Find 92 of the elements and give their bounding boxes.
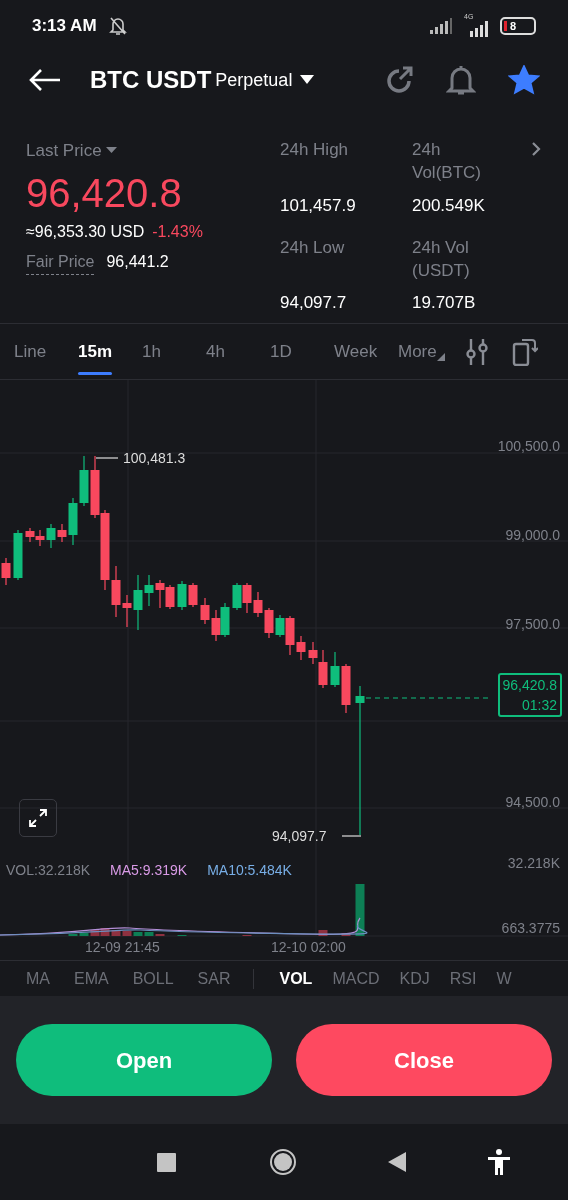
caret-down-icon — [300, 75, 315, 85]
back-icon[interactable] — [387, 1151, 407, 1173]
indicator-tab[interactable]: BOLL — [132, 966, 174, 991]
price-change: -1.43% — [152, 221, 203, 242]
accessibility-icon[interactable] — [487, 1149, 511, 1175]
status-time: 3:13 AM — [32, 15, 97, 38]
signal-icon — [430, 18, 452, 34]
stat-value: 19.707B — [412, 292, 477, 314]
stat-label: 24h Vol (USDT) — [412, 236, 471, 282]
recents-icon[interactable] — [157, 1152, 176, 1172]
candle — [155, 579, 165, 609]
stat-value: 200.549K — [412, 194, 486, 217]
contract-type-dropdown[interactable]: Perpetual — [215, 66, 315, 94]
indicator-tab[interactable]: W — [496, 966, 512, 991]
indicator-tab[interactable]: MA — [26, 966, 50, 991]
timeframe-tab[interactable]: Week — [334, 324, 398, 379]
time-axis-label: 12-10 02:00 — [271, 940, 346, 954]
leader-line — [95, 457, 119, 459]
candle — [90, 455, 100, 519]
fullscreen-button[interactable] — [19, 799, 57, 837]
last-price: 96,420.8 — [26, 169, 183, 217]
ma10-value: MA10:5.484K — [207, 863, 292, 877]
timeframe-tab[interactable]: Line — [14, 324, 78, 379]
corner-triangle-icon — [436, 352, 445, 361]
volume-bar — [355, 884, 365, 936]
candle — [1, 557, 11, 586]
candle — [220, 602, 230, 638]
candle — [242, 582, 252, 614]
candle — [264, 607, 274, 639]
price-axis-label: 100,500.0 — [497, 439, 560, 453]
indicator-tab[interactable]: MACD — [332, 966, 380, 991]
ma5-value: MA5:9.319K — [110, 863, 188, 877]
stat-label: 24h Low — [280, 236, 346, 259]
low-price-marker: 94,097.7 — [272, 829, 327, 843]
pair-title: BTC USDT — [90, 65, 212, 95]
candle — [13, 529, 23, 581]
candle — [200, 597, 210, 625]
share-icon[interactable] — [384, 65, 414, 95]
volume-bar — [341, 933, 351, 936]
signal-icon — [470, 21, 488, 37]
price-axis-label: 99,000.0 — [505, 528, 560, 542]
candle — [253, 591, 263, 618]
trade-button[interactable]: Open — [16, 1024, 272, 1096]
candle-countdown: 01:32 — [521, 696, 557, 715]
indicator-tab[interactable]: RSI — [449, 966, 477, 991]
candle — [188, 582, 198, 608]
sliders-icon[interactable] — [466, 338, 488, 365]
stat-value: 101,457.9 — [280, 194, 357, 217]
indicator-tab[interactable]: KDJ — [399, 966, 430, 991]
volume-axis-label: 663.3775 — [501, 921, 560, 935]
back-arrow-icon[interactable] — [28, 68, 62, 92]
battery-icon: 8 — [500, 17, 536, 35]
favorite-star-icon[interactable] — [508, 65, 540, 95]
rotate-screen-icon[interactable] — [512, 337, 538, 366]
stat-label: 24h Vol(BTC) — [412, 139, 482, 184]
candle — [25, 527, 35, 543]
price-type-dropdown[interactable]: Last Price — [26, 138, 117, 164]
volume-axis-label: 32.218K — [507, 856, 560, 870]
indicator-tab[interactable]: VOL — [279, 966, 313, 991]
bell-icon[interactable] — [446, 64, 476, 96]
price-axis-label: 94,500.0 — [505, 795, 560, 809]
home-icon[interactable] — [269, 1148, 297, 1176]
candle — [211, 609, 221, 642]
high-price-marker: 100,481.3 — [123, 451, 186, 465]
fair-price: 96,441.2 — [106, 251, 169, 272]
candle — [165, 584, 175, 610]
candle — [232, 582, 242, 611]
fair-price-label: Fair Price — [26, 249, 95, 275]
bell-off-icon — [108, 16, 127, 36]
chevron-right-icon[interactable] — [530, 140, 542, 158]
timeframe-tab[interactable]: 15m — [78, 324, 142, 379]
price-axis-label: 97,500.0 — [505, 617, 560, 631]
expand-icon — [28, 808, 48, 828]
volume-value: VOL:32.218K — [6, 863, 91, 877]
candle — [330, 651, 340, 688]
leader-line — [341, 835, 362, 837]
volume-bar — [318, 930, 328, 936]
trade-button[interactable]: Close — [296, 1024, 552, 1096]
candle — [177, 580, 187, 611]
caret-down-icon — [105, 147, 117, 155]
candle — [79, 455, 89, 507]
indicator-tab[interactable]: EMA — [74, 966, 109, 991]
timeframe-tab[interactable]: 4h — [206, 324, 270, 379]
usd-price: ≈96,353.30 USD — [26, 221, 145, 242]
stat-label: 24h High — [280, 139, 350, 161]
time-axis-label: 12-09 21:45 — [85, 940, 160, 954]
timeframe-tab[interactable]: 1h — [142, 324, 206, 379]
timeframe-tab[interactable]: 1D — [270, 324, 334, 379]
indicator-tab[interactable]: SAR — [197, 966, 231, 991]
current-price: 96,420.8 — [502, 676, 557, 695]
stat-value: 94,097.7 — [280, 292, 348, 314]
candle — [341, 663, 351, 714]
